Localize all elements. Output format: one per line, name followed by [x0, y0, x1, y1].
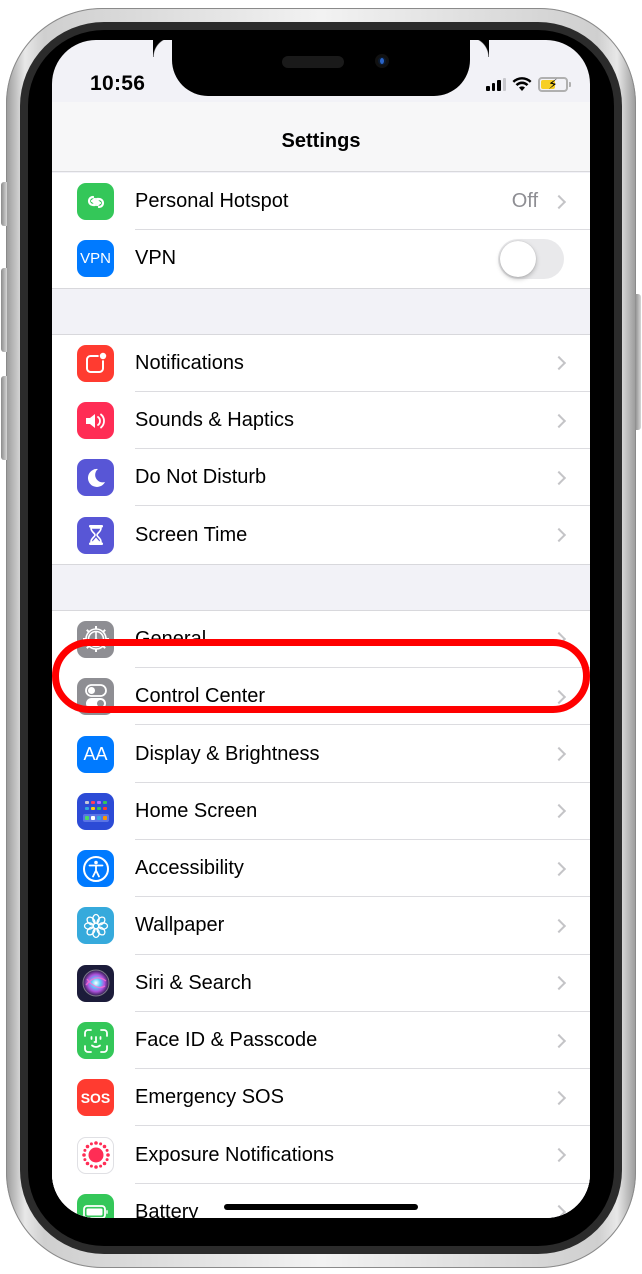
settings-row-label: Personal Hotspot: [135, 190, 289, 213]
settings-row-emergency-sos[interactable]: SOS Emergency SOS: [52, 1069, 590, 1127]
chevron-right-icon: [551, 1205, 567, 1218]
chevron-right-icon: [551, 1090, 567, 1105]
settings-list: Personal Hotspot Off VPN VPN Notificatio…: [52, 173, 590, 1218]
notch: [172, 40, 489, 96]
side-button: [635, 294, 641, 430]
chevron-right-icon: [551, 861, 567, 876]
settings-row-label: Home Screen: [135, 799, 258, 822]
settings-row-sounds-haptics[interactable]: Sounds & Haptics: [52, 391, 590, 450]
cellular-signal-icon: [486, 77, 506, 91]
speaker-icon: [77, 402, 114, 440]
chevron-right-icon: [551, 1033, 567, 1048]
chevron-right-icon: [551, 194, 567, 209]
settings-row-display-brightness[interactable]: AA Display & Brightness: [52, 725, 590, 783]
status-icons: ⚡︎: [486, 76, 571, 92]
settings-row-label: Face ID & Passcode: [135, 1029, 318, 1051]
moon-icon: [77, 459, 114, 497]
chevron-right-icon: [551, 528, 567, 543]
settings-row-face-id-passcode[interactable]: Face ID & Passcode: [52, 1011, 590, 1070]
settings-row-battery[interactable]: Battery: [52, 1183, 590, 1218]
settings-row-label: Siri & Search: [135, 971, 252, 994]
settings-row-value: Off: [511, 190, 538, 213]
vpn-toggle[interactable]: [498, 238, 564, 279]
page-title: Settings: [281, 130, 361, 152]
chevron-right-icon: [551, 1148, 567, 1163]
chevron-right-icon: [551, 632, 567, 647]
chevron-right-icon: [551, 976, 567, 991]
settings-row-accessibility[interactable]: Accessibility: [52, 839, 590, 898]
vpn-icon: VPN: [77, 240, 114, 278]
settings-row-label: Emergency SOS: [135, 1086, 284, 1109]
chevron-right-icon: [551, 804, 567, 819]
home-screen-grid-icon: [77, 792, 114, 830]
settings-row-label: Control Center: [135, 685, 266, 708]
notifications-icon: [77, 344, 114, 382]
flower-icon: [77, 907, 114, 945]
settings-row-label: General: [135, 627, 207, 650]
chevron-right-icon: [551, 746, 567, 762]
settings-row-siri-search[interactable]: Siri & Search: [52, 954, 590, 1012]
navigation-bar: Settings: [52, 102, 590, 172]
settings-row-label: Wallpaper: [135, 914, 225, 937]
settings-row-personal-hotspot[interactable]: Personal Hotspot Off: [52, 173, 590, 231]
settings-group-general: General Control Center AA Display & Brig…: [52, 609, 590, 1218]
battery-charging-icon: ⚡︎: [538, 76, 571, 92]
settings-row-label: Notifications: [135, 351, 244, 374]
settings-row-label: Accessibility: [135, 857, 244, 880]
settings-row-do-not-disturb[interactable]: Do Not Disturb: [52, 449, 590, 507]
action-button: [1, 182, 7, 226]
settings-row-label: Display & Brightness: [135, 742, 320, 765]
personal-hotspot-icon: [77, 183, 114, 221]
settings-row-label: VPN: [135, 247, 177, 270]
chevron-right-icon: [551, 356, 567, 371]
text-size-icon-text: AA: [83, 743, 108, 764]
chevron-right-icon: [551, 470, 567, 485]
sos-icon: SOS: [77, 1079, 114, 1117]
vpn-icon-text: VPN: [80, 250, 111, 268]
settings-row-label: Do Not Disturb: [135, 466, 267, 489]
chevron-right-icon: [551, 918, 567, 933]
settings-row-control-center[interactable]: Control Center: [52, 668, 590, 726]
toggle-knob: [500, 240, 536, 277]
volume-up-button: [1, 268, 7, 352]
earpiece-speaker: [282, 56, 344, 68]
settings-row-home-screen[interactable]: Home Screen: [52, 782, 590, 840]
chevron-right-icon: [551, 413, 567, 428]
siri-icon: [77, 964, 114, 1002]
status-time: 10:56: [90, 72, 146, 95]
settings-row-label: Sounds & Haptics: [135, 409, 294, 432]
sos-icon-text: SOS: [80, 1089, 111, 1106]
settings-row-label: Exposure Notifications: [135, 1143, 334, 1166]
settings-row-exposure-notifications[interactable]: Exposure Notifications: [52, 1126, 590, 1184]
switches-icon: [77, 678, 114, 716]
settings-row-general[interactable]: General: [52, 610, 590, 669]
settings-row-notifications[interactable]: Notifications: [52, 334, 590, 392]
battery-icon: [77, 1193, 114, 1218]
wifi-icon: [512, 77, 532, 91]
settings-group-notifications: Notifications Sounds & Haptics Do Not Di…: [52, 333, 590, 565]
hourglass-icon: [77, 516, 114, 554]
settings-row-label: Screen Time: [135, 523, 248, 546]
front-camera: [375, 54, 389, 68]
gear-icon: [77, 620, 114, 658]
settings-row-label: Battery: [135, 1200, 199, 1218]
face-id-icon: [77, 1022, 114, 1059]
settings-group-connectivity: Personal Hotspot Off VPN VPN: [52, 173, 590, 289]
screen: 10:56 ⚡︎ Settings Personal Hotspot Off V…: [52, 40, 590, 1218]
group-spacer: [52, 288, 590, 334]
chevron-right-icon: [551, 689, 567, 704]
settings-row-wallpaper[interactable]: Wallpaper: [52, 897, 590, 955]
accessibility-icon: [77, 850, 114, 888]
exposure-icon: [77, 1136, 114, 1174]
settings-row-screen-time[interactable]: Screen Time: [52, 506, 590, 564]
text-size-icon: AA: [77, 735, 114, 773]
home-indicator[interactable]: [224, 1204, 418, 1210]
volume-down-button: [1, 376, 7, 460]
settings-row-vpn[interactable]: VPN VPN: [52, 230, 590, 288]
group-spacer: [52, 564, 590, 610]
